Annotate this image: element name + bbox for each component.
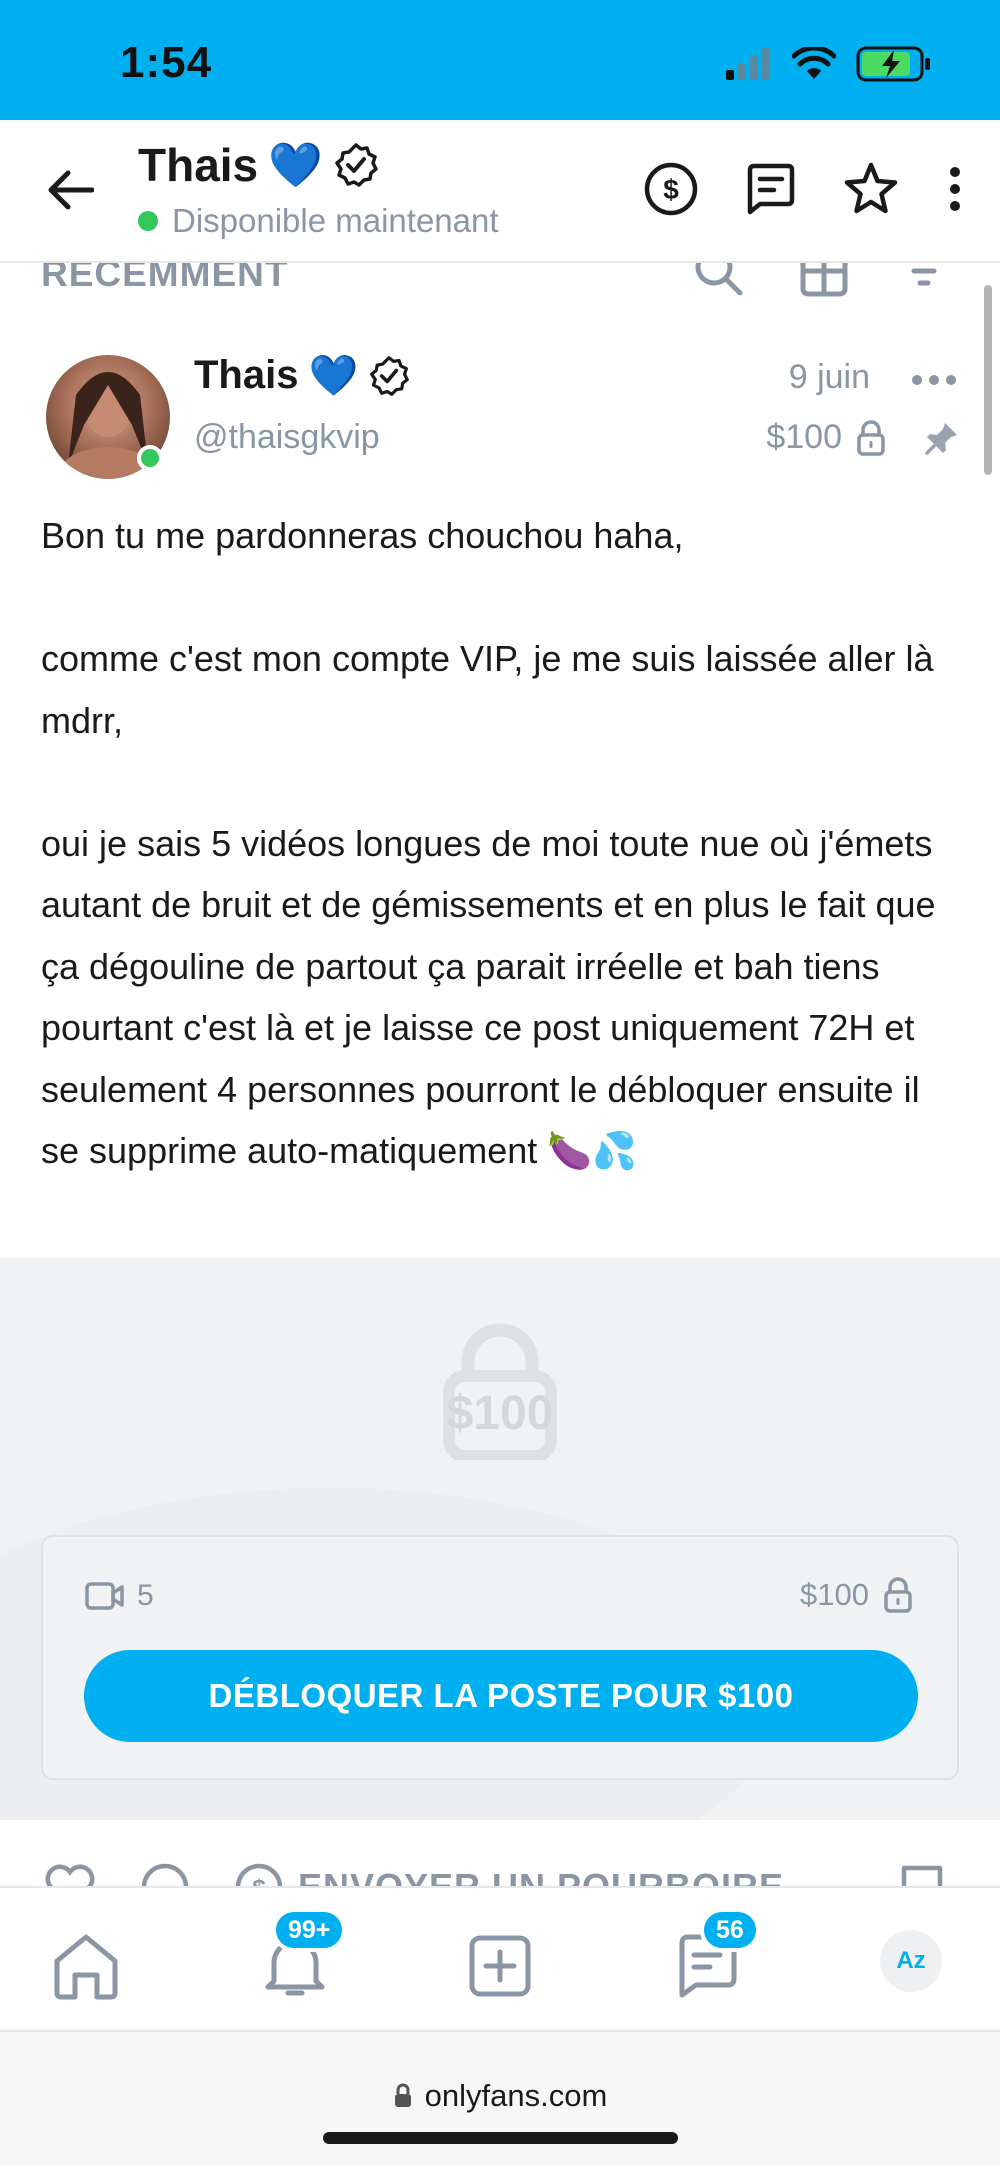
post-actions: $ ENVOYER UN POURBOIRE: [0, 1820, 1000, 1886]
browser-url-bar[interactable]: onlyfans.com: [0, 2032, 1000, 2165]
unlock-price: $100: [800, 1577, 913, 1613]
lock-icon: [884, 1577, 912, 1613]
dot: [946, 375, 956, 385]
post-price: $100: [766, 418, 886, 457]
messages-button[interactable]: [740, 158, 802, 220]
post-paragraph: comme c'est mon compte VIP, je me suis l…: [41, 638, 944, 741]
online-indicator: [138, 211, 158, 231]
nav-new-post[interactable]: [460, 1928, 540, 2004]
pinned-icon: [924, 420, 960, 461]
sort-icon[interactable]: [904, 263, 944, 297]
add-square-icon: [469, 1935, 531, 1997]
dot: [912, 375, 922, 385]
back-button[interactable]: [40, 160, 100, 220]
nav-home[interactable]: [46, 1928, 126, 2004]
svg-text:$: $: [663, 174, 679, 205]
post-actions-row: $ ENVOYER UN POURBOIRE: [44, 1862, 784, 1886]
post-author-row[interactable]: Thais 💙: [194, 352, 410, 399]
favorite-button[interactable]: [840, 158, 902, 220]
post-price-value: $100: [766, 418, 842, 456]
video-camera-icon: [85, 1582, 124, 1610]
arrow-left-icon: [48, 170, 94, 210]
header-actions: $: [640, 158, 970, 220]
post-author-name: Thais: [194, 353, 299, 397]
dollar-circle-icon: $: [235, 1863, 283, 1886]
url-text: onlyfans.com: [424, 2078, 608, 2113]
svg-text:$: $: [252, 1875, 266, 1886]
scrollbar[interactable]: [984, 285, 992, 475]
verified-badge-icon: [335, 143, 378, 187]
status-time: 1:54: [120, 38, 213, 87]
home-icon: [54, 1934, 118, 2000]
search-icon[interactable]: [692, 263, 744, 297]
online-indicator: [137, 445, 163, 471]
post-author-handle[interactable]: @thaisgkvip: [194, 418, 380, 457]
battery-charging-icon: [856, 46, 930, 82]
wifi-icon: [792, 47, 836, 79]
unlock-card: 5 $100 DÉBLOQUER LA POSTE POUR $100: [41, 1535, 959, 1780]
paragraph-spacer: [41, 751, 961, 813]
media-toolbar: RÉCEMMENT: [0, 263, 1000, 301]
status-bar: 1:54: [0, 0, 1000, 120]
blue-heart-emoji: 💙: [268, 141, 323, 190]
bookmark-icon[interactable]: [900, 1864, 944, 1886]
paragraph-spacer: [41, 567, 961, 629]
dot: [929, 375, 939, 385]
profile-avatar[interactable]: Az: [880, 1930, 942, 1992]
cellular-signal-icon: [726, 48, 770, 80]
video-count: 5: [85, 1579, 154, 1613]
heart-icon[interactable]: [44, 1864, 96, 1886]
send-tip-label: ENVOYER UN POURBOIRE: [298, 1866, 784, 1886]
vertical-dots-icon: [950, 167, 960, 211]
home-indicator[interactable]: [323, 2132, 678, 2144]
post-paragraph: Bon tu me pardonneras chouchou haha,: [41, 515, 684, 556]
url-display[interactable]: onlyfans.com: [0, 2078, 1000, 2114]
locked-price-overlay: $100: [446, 1387, 554, 1440]
chat-header: Thais 💙 Disponible maintenant $: [0, 120, 1000, 263]
message-icon: [747, 163, 795, 215]
more-options-button[interactable]: [940, 158, 970, 220]
toolbar-icons: [692, 263, 944, 297]
availability-status: Disponible maintenant: [138, 202, 499, 240]
dollar-circle-icon: $: [644, 162, 698, 216]
notifications-badge: 99+: [272, 1908, 347, 1952]
star-icon: [844, 162, 898, 214]
post-paragraph: oui je sais 5 vidéos longues de moi tout…: [41, 822, 946, 1172]
header-name: Thais: [138, 139, 259, 191]
comment-icon[interactable]: [140, 1862, 190, 1886]
unlock-post-button[interactable]: DÉBLOQUER LA POSTE POUR $100: [84, 1650, 918, 1742]
status-icons: [726, 46, 932, 82]
lock-icon: [857, 419, 885, 456]
video-count-value: 5: [137, 1579, 154, 1612]
grid-view-icon[interactable]: [800, 263, 848, 297]
availability-text: Disponible maintenant: [172, 202, 499, 239]
post-text: Bon tu me pardonneras chouchou haha, com…: [41, 505, 961, 1182]
send-tip-action[interactable]: $ ENVOYER UN POURBOIRE: [234, 1862, 784, 1886]
post-more-button[interactable]: [912, 365, 956, 395]
post-date: 9 juin: [788, 358, 870, 396]
unlock-price-value: $100: [800, 1577, 869, 1612]
lock-icon: [394, 2083, 411, 2107]
bottom-navigation: 99+ 56: [0, 1886, 1000, 2032]
blue-heart-emoji: 💙: [308, 354, 359, 398]
messages-badge: 56: [700, 1908, 760, 1952]
header-name-row[interactable]: Thais 💙: [138, 138, 379, 192]
send-tip-button[interactable]: $: [640, 158, 702, 220]
sort-label[interactable]: RÉCEMMENT: [41, 263, 288, 295]
verified-badge-icon: [370, 355, 410, 396]
